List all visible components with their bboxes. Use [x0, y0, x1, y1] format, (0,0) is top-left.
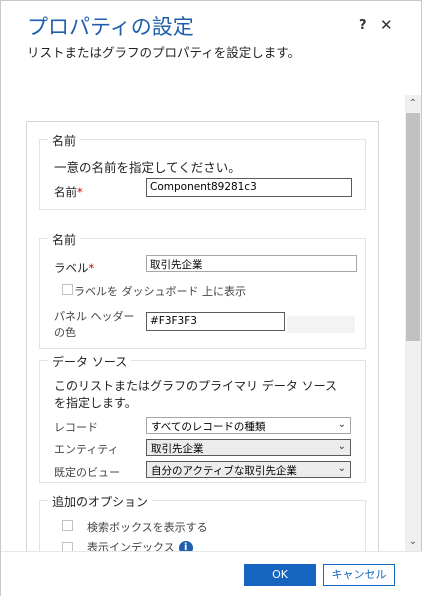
info-icon[interactable]: i — [178, 541, 193, 551]
properties-panel: 名前 一意の名前を指定してください。 名前* Component89281c3 … — [26, 121, 379, 551]
label-input[interactable]: 取引先企業 — [146, 255, 357, 272]
show-on-dashboard-checkbox[interactable] — [62, 284, 73, 295]
properties-scroll-area[interactable]: 名前 一意の名前を指定してください。 名前* Component89281c3 … — [1, 95, 405, 551]
show-index-checkbox[interactable] — [62, 542, 73, 551]
show-on-dashboard-label: ラベルを ダッシュボード 上に表示 — [74, 285, 246, 298]
close-button[interactable]: ✕ — [380, 16, 393, 34]
vertical-scrollbar[interactable]: ⌃ ⌄ — [405, 95, 421, 551]
properties-dialog: プロパティの設定 リストまたはグラフのプロパティを設定します。 ? ✕ 名前 一… — [0, 0, 422, 596]
entity-label: エンティティ — [54, 443, 119, 456]
required-mark: * — [77, 185, 83, 199]
name-field-label: 名前* — [54, 185, 83, 199]
ok-button[interactable]: OK — [244, 564, 316, 586]
entity-select[interactable]: 取引先企業 ⌄ — [146, 439, 351, 456]
required-mark: * — [88, 261, 95, 275]
scrollbar-thumb[interactable] — [406, 113, 420, 341]
show-search-box-label: 検索ボックスを表示する — [87, 521, 208, 534]
data-source-description-line1: このリストまたはグラフのプライマリ データ ソース — [54, 379, 338, 393]
name-input[interactable]: Component89281c3 — [146, 178, 352, 197]
name-instruction: 一意の名前を指定してください。 — [54, 160, 241, 175]
help-button[interactable]: ? — [359, 18, 367, 33]
chevron-down-icon: ⌄ — [337, 463, 346, 474]
data-source-description-line2: を指定します。 — [54, 396, 137, 410]
data-source-section-legend: データ ソース — [48, 353, 132, 370]
default-view-select-value: 自分のアクティブな取引先企業 — [151, 465, 297, 477]
dialog-title: プロパティの設定 — [27, 15, 194, 39]
scroll-up-icon[interactable]: ⌃ — [405, 97, 421, 111]
dialog-subtitle: リストまたはグラフのプロパティを設定します。 — [27, 45, 301, 60]
panel-header-color-label-line1: パネル ヘッダー — [54, 310, 135, 323]
record-select-value: すべてのレコードの種類 — [151, 421, 266, 433]
label-field-label: ラベル* — [54, 261, 95, 275]
show-index-label: 表示インデックス i — [87, 539, 193, 551]
dialog-footer: OK キャンセル — [1, 551, 422, 596]
default-view-label: 既定のビュー — [54, 466, 120, 479]
scroll-down-icon[interactable]: ⌄ — [405, 535, 421, 549]
default-view-select[interactable]: 自分のアクティブな取引先企業 ⌄ — [146, 461, 351, 478]
record-label: レコード — [54, 421, 98, 434]
panel-header-color-swatch — [287, 316, 355, 333]
label-section-legend: 名前 — [48, 231, 81, 248]
entity-select-value: 取引先企業 — [151, 443, 204, 455]
name-section-legend: 名前 — [48, 132, 81, 149]
panel-header-color-label-line2: の色 — [54, 326, 76, 339]
chevron-down-icon: ⌄ — [337, 419, 346, 430]
chevron-down-icon: ⌄ — [337, 441, 346, 452]
show-search-box-checkbox[interactable] — [62, 520, 73, 531]
additional-options-legend: 追加のオプション — [48, 493, 153, 510]
record-select[interactable]: すべてのレコードの種類 ⌄ — [146, 417, 351, 434]
panel-header-color-input[interactable]: #F3F3F3 — [146, 312, 285, 331]
cancel-button[interactable]: キャンセル — [323, 564, 395, 586]
